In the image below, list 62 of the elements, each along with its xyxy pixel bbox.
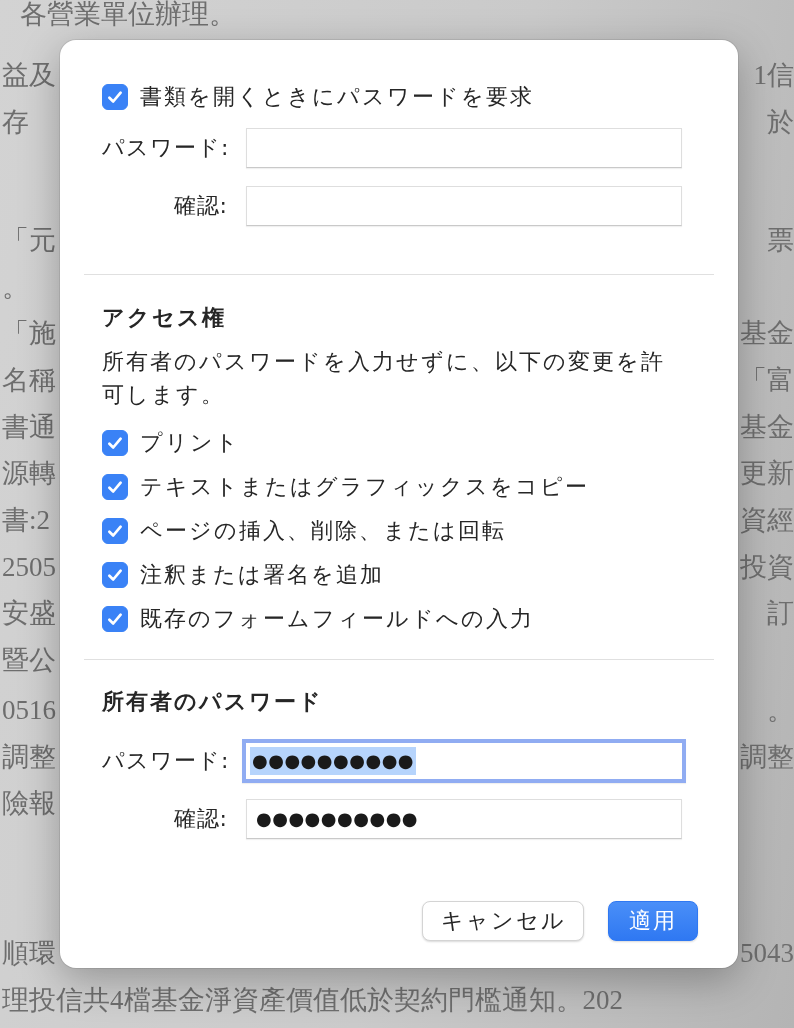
document-text: 「富 xyxy=(740,364,794,397)
checkbox[interactable] xyxy=(102,562,128,588)
document-text: 0516 xyxy=(2,693,56,727)
checkbox-label: テキストまたはグラフィックスをコピー xyxy=(140,474,589,500)
password-field[interactable] xyxy=(246,186,682,226)
checkbox[interactable] xyxy=(102,518,128,544)
document-text: 基金 xyxy=(740,410,794,444)
checkbox-label: 注釈または署名を追加 xyxy=(140,562,384,588)
checkbox[interactable] xyxy=(102,84,128,110)
document-text: 基金 xyxy=(740,317,794,351)
document-text: 書:2 xyxy=(2,504,50,538)
checkmark-icon xyxy=(106,522,124,540)
document-text: 暨公 xyxy=(2,644,56,678)
password-field[interactable] xyxy=(246,128,682,168)
field-label: パスワード: xyxy=(102,134,228,162)
document-text: 1信 xyxy=(753,59,794,92)
checkmark-icon xyxy=(106,566,124,584)
document-text: 投資 xyxy=(740,550,794,584)
document-text: 「施 xyxy=(2,317,56,351)
document-text: 。 xyxy=(767,693,794,727)
document-text: 資經 xyxy=(740,504,794,538)
field-label: 確認: xyxy=(172,192,228,220)
checkbox-label: 書類を開くときにパスワードを要求 xyxy=(140,84,534,110)
checkbox-label: プリント xyxy=(140,430,240,456)
document-text: 調整 xyxy=(2,740,56,774)
document-text: 更新 xyxy=(740,457,794,491)
cancel-button[interactable]: キャンセル xyxy=(422,901,584,941)
document-text: 名稱 xyxy=(2,364,56,397)
section-heading: アクセス権 xyxy=(102,304,227,332)
document-text: 「元 xyxy=(2,223,56,257)
checkmark-icon xyxy=(106,434,124,452)
checkbox[interactable] xyxy=(102,474,128,500)
document-text: 於 xyxy=(767,105,794,139)
checkbox-label: 既存のフォームフィールドへの入力 xyxy=(140,606,534,632)
checkbox-label: ページの挿入、削除、または回転 xyxy=(140,518,506,544)
document-text: 訂 xyxy=(767,597,794,631)
document-text: 書通 xyxy=(2,410,56,444)
apply-button[interactable]: 適用 xyxy=(608,901,698,941)
document-text: 。 xyxy=(2,270,29,304)
document-text: 票 xyxy=(767,223,794,257)
document-text: 益及 xyxy=(2,59,56,92)
document-text: 安盛 xyxy=(2,597,56,631)
password-field[interactable]: ●●●●●●●●●● xyxy=(242,739,686,783)
document-text: 調整 xyxy=(740,740,794,774)
section-heading: 所有者のパスワード xyxy=(102,688,324,716)
checkmark-icon xyxy=(106,610,124,628)
checkmark-icon xyxy=(106,478,124,496)
field-label: 確認: xyxy=(172,805,228,833)
document-text: 存 xyxy=(2,105,29,139)
document-text: 險報 xyxy=(2,787,56,821)
document-text: 順環 xyxy=(2,936,56,970)
description-text: 所有者のパスワードを入力せずに、以下の変更を許可します。 xyxy=(102,348,666,409)
document-text: 理投信共4檔基金淨資產價值低於契約門檻通知。202 xyxy=(2,983,623,1017)
document-text: 各營業單位辦理。 xyxy=(20,0,236,31)
document-text: 5043 xyxy=(740,936,794,970)
password-field[interactable]: ●●●●●●●●●● xyxy=(246,799,682,839)
document-text: 源轉 xyxy=(2,457,56,491)
checkbox[interactable] xyxy=(102,606,128,632)
field-label: パスワード: xyxy=(102,747,228,775)
checkbox[interactable] xyxy=(102,430,128,456)
checkmark-icon xyxy=(106,88,124,106)
document-text: 2505 xyxy=(2,550,56,584)
